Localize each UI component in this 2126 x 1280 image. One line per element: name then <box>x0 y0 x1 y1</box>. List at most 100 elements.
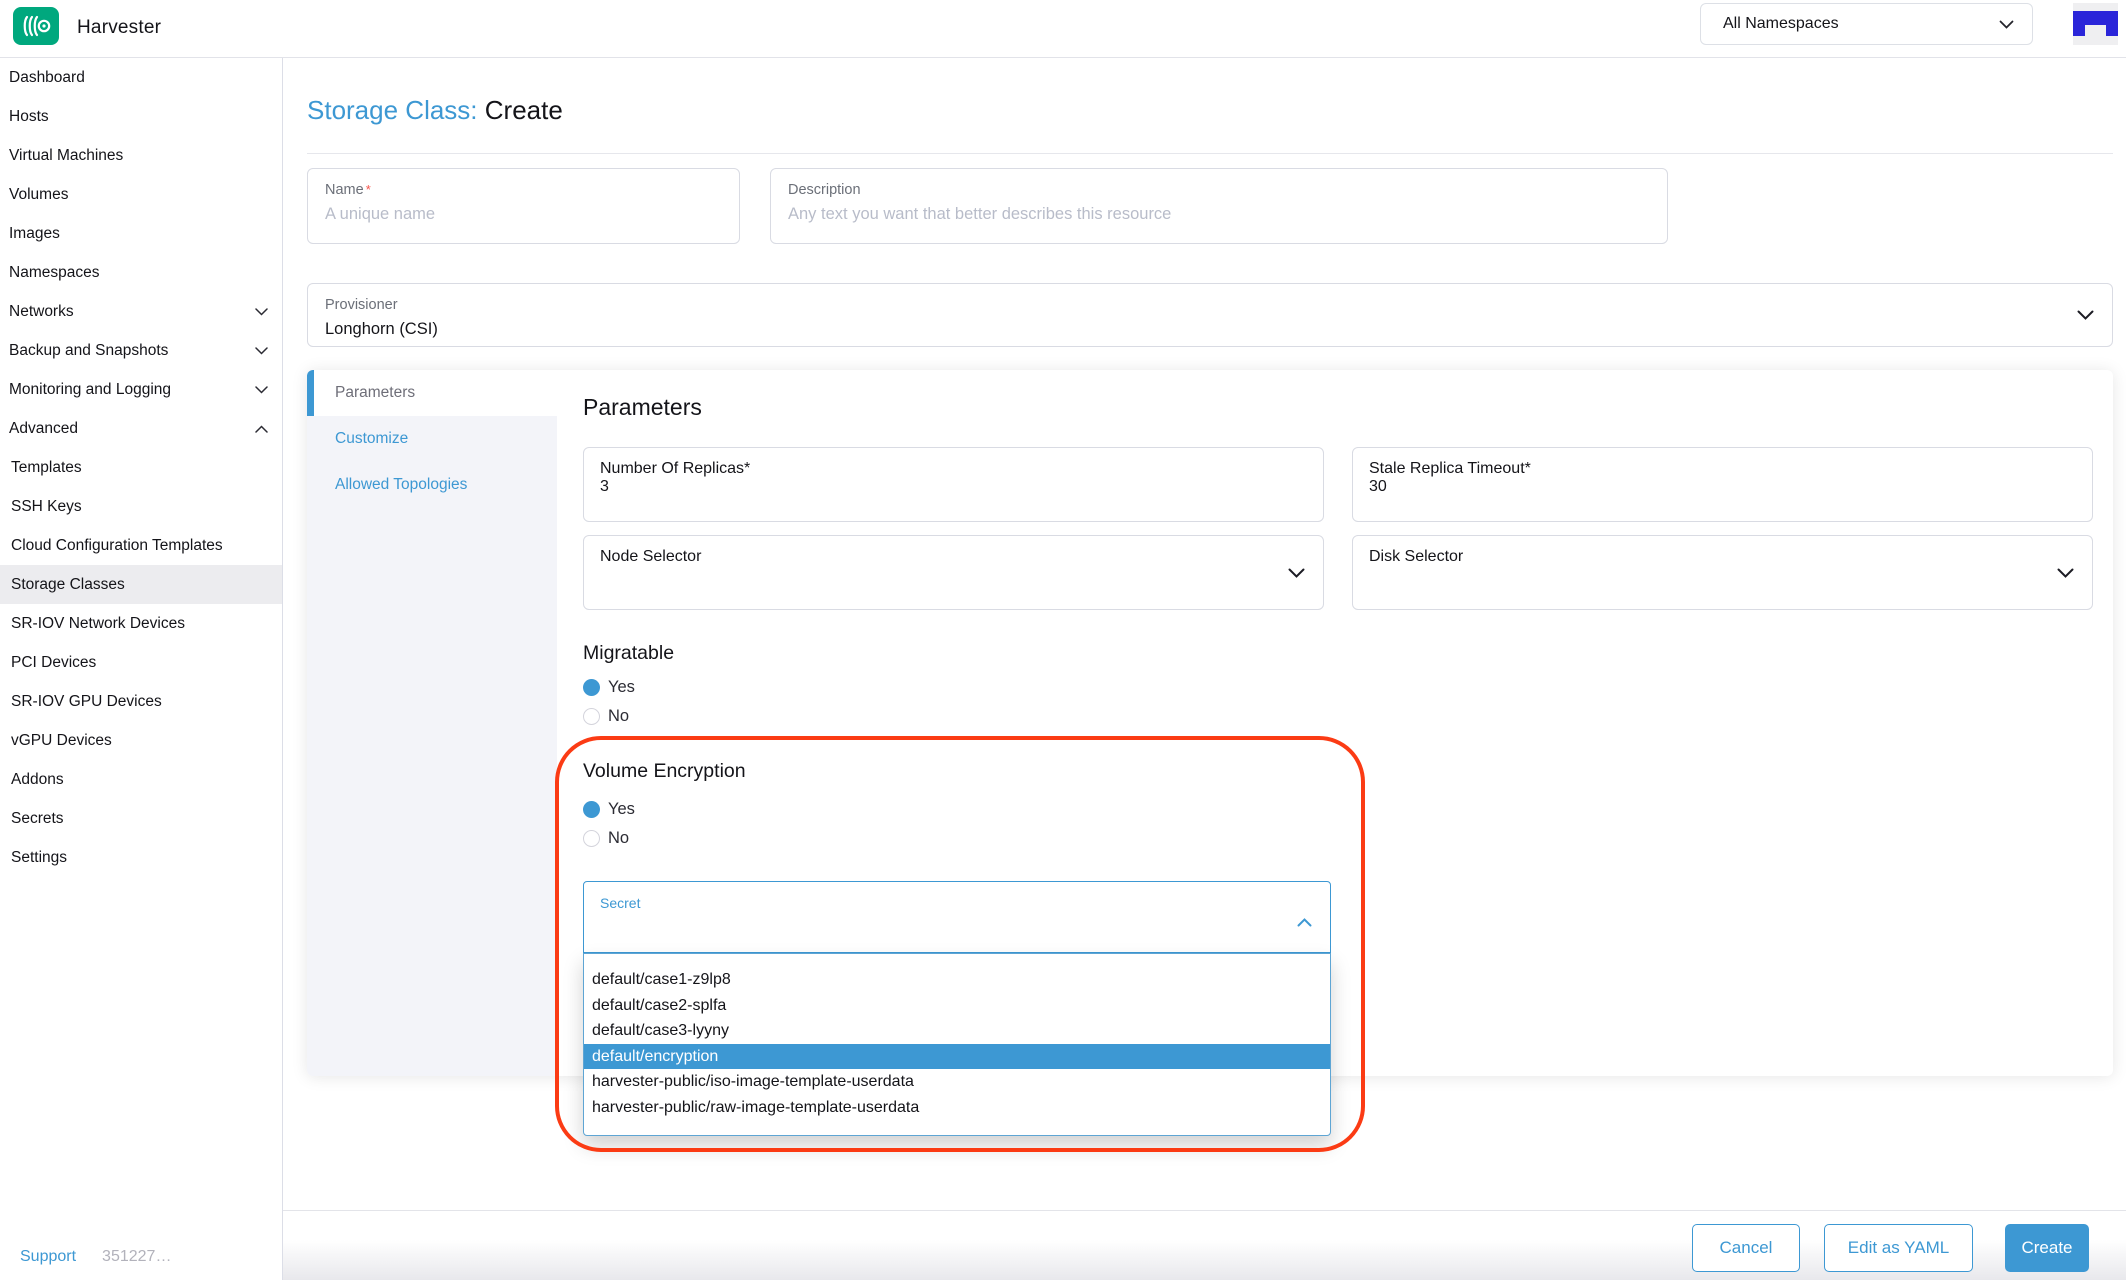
radio-selected-icon <box>583 679 600 696</box>
sidebar-item-label: Virtual Machines <box>9 147 123 165</box>
page-title: Storage Class: Create <box>307 95 563 126</box>
chevron-down-icon <box>255 386 268 394</box>
parameters-row-2: Node Selector Disk Selector <box>583 535 2093 610</box>
tab-allowed-topologies[interactable]: Allowed Topologies <box>307 462 557 508</box>
parameters-heading: Parameters <box>583 394 702 421</box>
sidebar-nav: Dashboard Hosts Virtual Machines Volumes… <box>0 58 283 1280</box>
sidebar-item-label: vGPU Devices <box>11 732 112 750</box>
radio-label: Yes <box>608 678 635 697</box>
sidebar-item-pci-devices[interactable]: PCI Devices <box>0 643 282 682</box>
description-field[interactable]: Description Any text you want that bette… <box>770 168 1668 244</box>
namespace-selector[interactable]: All Namespaces <box>1700 3 2033 45</box>
secret-dropdown-list: default/case1-z9lp8 default/case2-splfa … <box>583 953 1331 1136</box>
volume-encryption-radio-no[interactable]: No <box>583 829 629 848</box>
node-selector-select[interactable]: Node Selector <box>583 535 1324 610</box>
secret-option[interactable]: default/case2-splfa <box>584 993 1330 1019</box>
app-title: Harvester <box>77 17 161 39</box>
sidebar-item-settings[interactable]: Settings <box>0 838 282 877</box>
sidebar-item-label: Backup and Snapshots <box>9 342 168 360</box>
chevron-down-icon <box>255 308 268 316</box>
sidebar-item-vgpu-devices[interactable]: vGPU Devices <box>0 721 282 760</box>
sidebar-item-monitoring-and-logging[interactable]: Monitoring and Logging <box>0 370 282 409</box>
sidebar-item-label: Addons <box>11 771 64 789</box>
support-link[interactable]: Support <box>20 1248 76 1266</box>
version-text: 351227… <box>102 1248 171 1266</box>
sidebar-item-addons[interactable]: Addons <box>0 760 282 799</box>
sidebar-item-label: Hosts <box>9 108 49 126</box>
sidebar-item-images[interactable]: Images <box>0 214 282 253</box>
tab-parameters[interactable]: Parameters <box>307 370 557 416</box>
parameters-tab-content: Parameters Number Of Replicas* 3 Stale R… <box>583 370 2093 1076</box>
sidebar-item-sriov-network-devices[interactable]: SR-IOV Network Devices <box>0 604 282 643</box>
sidebar-item-networks[interactable]: Networks <box>0 292 282 331</box>
volume-encryption-radio-yes[interactable]: Yes <box>583 800 635 819</box>
sidebar-footer: Support 351227… <box>0 1248 283 1266</box>
provisioner-value: Longhorn (CSI) <box>325 320 2095 339</box>
tab-label: Parameters <box>335 384 415 402</box>
sidebar-item-virtual-machines[interactable]: Virtual Machines <box>0 136 282 175</box>
radio-label: Yes <box>608 800 635 819</box>
secret-option[interactable]: default/case1-z9lp8 <box>584 967 1330 993</box>
sidebar-item-hosts[interactable]: Hosts <box>0 97 282 136</box>
stale-replica-timeout-value: 30 <box>1369 478 2076 496</box>
secret-option-highlighted[interactable]: default/encryption <box>584 1044 1330 1070</box>
chevron-down-icon <box>2057 568 2074 578</box>
tab-customize[interactable]: Customize <box>307 416 557 462</box>
sidebar-item-sriov-gpu-devices[interactable]: SR-IOV GPU Devices <box>0 682 282 721</box>
sidebar-item-advanced[interactable]: Advanced <box>0 409 282 448</box>
sidebar-item-templates[interactable]: Templates <box>0 448 282 487</box>
sidebar-item-label: Networks <box>9 303 74 321</box>
sidebar-item-backup-and-snapshots[interactable]: Backup and Snapshots <box>0 331 282 370</box>
harvester-glyph <box>21 13 51 39</box>
cancel-button[interactable]: Cancel <box>1692 1224 1800 1272</box>
user-avatar[interactable] <box>2073 3 2118 45</box>
name-field[interactable]: Name* A unique name <box>307 168 740 244</box>
migratable-radio-no[interactable]: No <box>583 707 629 726</box>
migratable-heading: Migratable <box>583 642 674 665</box>
sidebar-item-storage-classes[interactable]: Storage Classes <box>0 565 282 604</box>
sidebar-item-label: Templates <box>11 459 82 477</box>
create-button[interactable]: Create <box>2005 1224 2089 1272</box>
storage-class-config-panel: Parameters Customize Allowed Topologies … <box>307 370 2113 1076</box>
sidebar-item-cloud-configuration-templates[interactable]: Cloud Configuration Templates <box>0 526 282 565</box>
tab-label: Allowed Topologies <box>335 476 467 494</box>
footer-gradient <box>0 1240 2126 1280</box>
required-asterisk: * <box>366 182 371 197</box>
sidebar-item-volumes[interactable]: Volumes <box>0 175 282 214</box>
sidebar-item-label: SSH Keys <box>11 498 82 516</box>
secret-option[interactable]: default/case3-lyyny <box>584 1018 1330 1044</box>
top-header: Harvester All Namespaces <box>0 0 2126 58</box>
sidebar-item-ssh-keys[interactable]: SSH Keys <box>0 487 282 526</box>
number-of-replicas-label: Number Of Replicas* <box>600 460 1307 478</box>
disk-selector-select[interactable]: Disk Selector <box>1352 535 2093 610</box>
number-of-replicas-value: 3 <box>600 478 1307 496</box>
migratable-radio-yes[interactable]: Yes <box>583 678 635 697</box>
sidebar-item-label: Dashboard <box>9 69 85 87</box>
provisioner-select[interactable]: Provisioner Longhorn (CSI) <box>307 283 2113 347</box>
number-of-replicas-field[interactable]: Number Of Replicas* 3 <box>583 447 1324 522</box>
name-label: Name* <box>325 182 722 198</box>
secret-option[interactable]: harvester-public/raw-image-template-user… <box>584 1095 1330 1121</box>
chevron-up-icon <box>1297 918 1312 927</box>
sidebar-item-secrets[interactable]: Secrets <box>0 799 282 838</box>
stale-replica-timeout-label: Stale Replica Timeout* <box>1369 460 2076 478</box>
chevron-down-icon <box>1999 20 2014 29</box>
description-placeholder: Any text you want that better describes … <box>788 205 1650 224</box>
chevron-up-icon <box>255 425 268 433</box>
secret-label: Secret <box>600 895 640 911</box>
sidebar-item-label: SR-IOV Network Devices <box>11 615 185 633</box>
sidebar-item-namespaces[interactable]: Namespaces <box>0 253 282 292</box>
sidebar-item-label: Volumes <box>9 186 68 204</box>
sidebar-item-label: PCI Devices <box>11 654 96 672</box>
description-label: Description <box>788 182 1650 198</box>
edit-as-yaml-button[interactable]: Edit as YAML <box>1824 1224 1973 1272</box>
stale-replica-timeout-field[interactable]: Stale Replica Timeout* 30 <box>1352 447 2093 522</box>
sidebar-item-label: Namespaces <box>9 264 99 282</box>
secret-select[interactable]: Secret <box>583 881 1331 953</box>
sidebar-item-dashboard[interactable]: Dashboard <box>0 58 282 97</box>
harvester-logo-icon[interactable] <box>13 7 59 45</box>
tab-label: Customize <box>335 430 408 448</box>
sidebar-item-label: Secrets <box>11 810 64 828</box>
disk-selector-label: Disk Selector <box>1369 548 2076 566</box>
secret-option[interactable]: harvester-public/iso-image-template-user… <box>584 1069 1330 1095</box>
